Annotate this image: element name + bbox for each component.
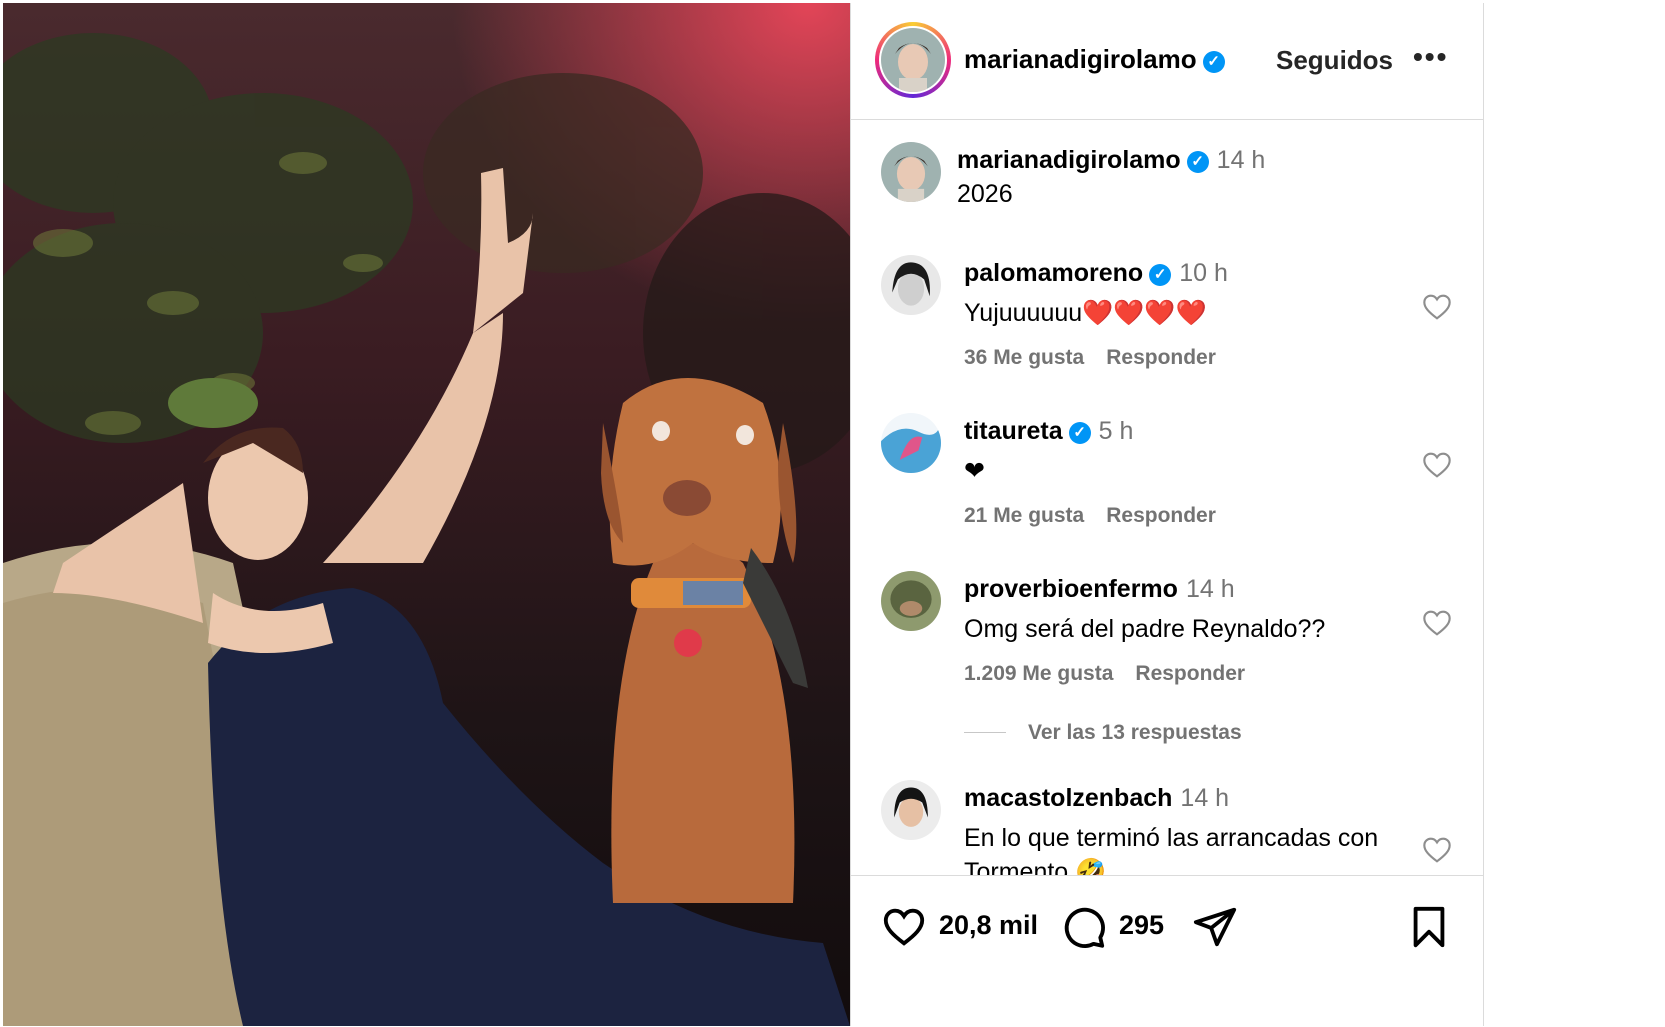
comment-time[interactable]: 14 h	[1186, 575, 1235, 603]
avatar[interactable]	[881, 28, 945, 92]
comments-list[interactable]: marianadigirolamo ✓ 14 h 2026 palomamoreno…	[851, 120, 1483, 875]
comment-likes[interactable]: 1.209 Me gusta	[964, 662, 1113, 685]
reply-button[interactable]: Responder	[1106, 346, 1216, 369]
comment-bubble-icon[interactable]	[1061, 904, 1107, 950]
avatar[interactable]	[881, 255, 941, 315]
avatar[interactable]	[881, 571, 941, 631]
photo-illustration	[3, 33, 850, 1026]
caption-username[interactable]: marianadigirolamo	[957, 146, 1181, 174]
comment-text: Omg será del padre Reynaldo??	[964, 615, 1326, 643]
caption-text: 2026	[957, 180, 1013, 208]
comment-username[interactable]: titaureta	[964, 417, 1063, 445]
likes-count[interactable]: 20,8 mil	[939, 910, 1038, 941]
comment-time[interactable]: 5 h	[1099, 417, 1134, 445]
comment-likes[interactable]: 21 Me gusta	[964, 504, 1084, 527]
comment-like-icon[interactable]	[1421, 291, 1453, 323]
comment-time[interactable]: 14 h	[1180, 784, 1229, 812]
comment-like-icon[interactable]	[1421, 449, 1453, 481]
comment-text: Yujuuuuuu❤️❤️❤️❤️	[964, 299, 1207, 327]
replies-divider	[964, 732, 1006, 733]
following-button[interactable]: Seguidos	[1276, 45, 1393, 76]
share-send-icon[interactable]	[1192, 904, 1238, 950]
view-replies-link[interactable]: Ver las 13 respuestas	[964, 721, 1242, 745]
comment-username[interactable]: palomamoreno	[964, 259, 1143, 287]
reply-button[interactable]: Responder	[1135, 662, 1245, 685]
reply-button[interactable]: Responder	[1106, 504, 1216, 527]
like-heart-icon[interactable]	[881, 904, 927, 950]
post-side-panel: marianadigirolamo ✓ Seguidos ••• marianad…	[850, 3, 1484, 1026]
comment-text: En lo que terminó las arrancadas con Tor…	[964, 824, 1379, 875]
more-options-icon[interactable]: •••	[1413, 41, 1448, 73]
comment-text: ❤	[964, 457, 985, 485]
caption-time[interactable]: 14 h	[1217, 146, 1266, 174]
comment-time[interactable]: 10 h	[1179, 259, 1228, 287]
verified-badge-icon: ✓	[1186, 151, 1209, 173]
header-username[interactable]: marianadigirolamo	[964, 44, 1197, 74]
view-replies-label[interactable]: Ver las 13 respuestas	[1028, 721, 1242, 744]
comment-like-icon[interactable]	[1421, 607, 1453, 639]
comment-like-icon[interactable]	[1421, 834, 1453, 866]
verified-badge-icon: ✓	[1068, 422, 1091, 444]
comment-username[interactable]: proverbioenfermo	[964, 575, 1178, 603]
post-header: marianadigirolamo ✓ Seguidos •••	[851, 3, 1483, 120]
header-username-row[interactable]: marianadigirolamo ✓	[964, 44, 1225, 75]
comments-count[interactable]: 295	[1119, 910, 1164, 941]
verified-badge-icon: ✓	[1149, 264, 1172, 286]
post-actions-bar: 20,8 mil 295	[851, 875, 1483, 1027]
comment-username[interactable]: macastolzenbach	[964, 784, 1172, 812]
comment-likes[interactable]: 36 Me gusta	[964, 346, 1084, 369]
verified-badge-icon: ✓	[1202, 51, 1225, 73]
avatar[interactable]	[881, 780, 941, 840]
avatar[interactable]	[881, 142, 941, 202]
avatar[interactable]	[881, 413, 941, 473]
post-photo[interactable]	[3, 3, 850, 1026]
save-bookmark-icon[interactable]	[1406, 904, 1452, 950]
